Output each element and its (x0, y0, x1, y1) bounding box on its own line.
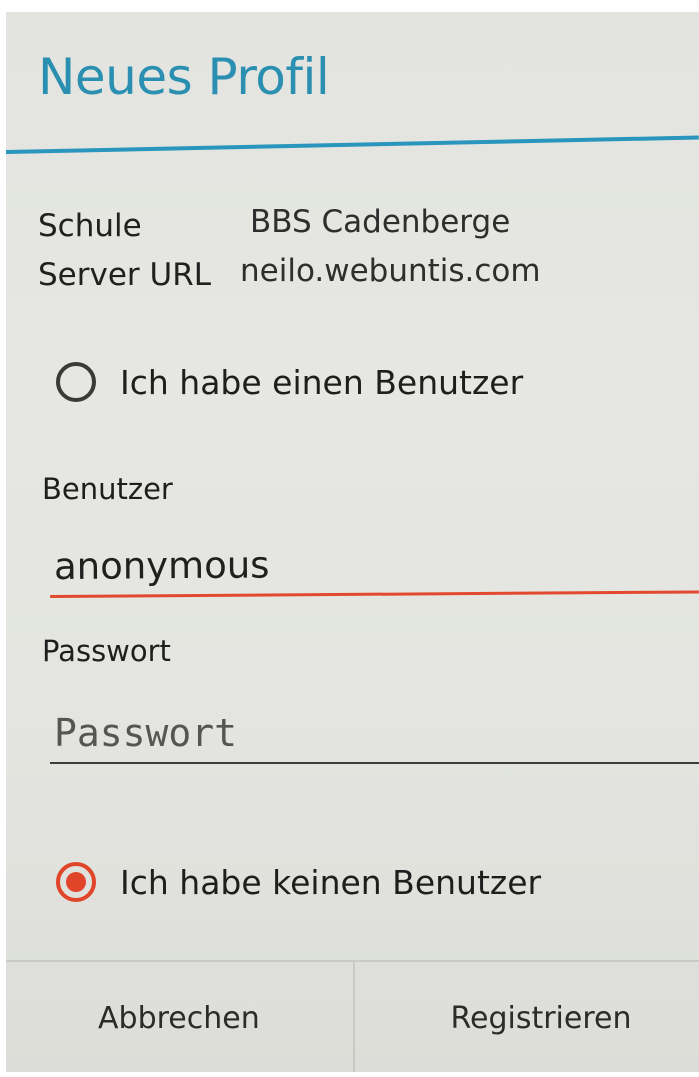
school-value: BBS Cadenberge (250, 204, 511, 240)
has-user-label: Ich habe einen Benutzer (120, 362, 524, 402)
dialog-button-bar: Abbrechen Registrieren (6, 960, 699, 1072)
radio-selected-dot (66, 872, 86, 892)
user-field-label: Benutzer (42, 472, 173, 506)
dialog-title: Neues Profil (38, 48, 330, 106)
register-button[interactable]: Registrieren (352, 962, 699, 1072)
title-divider (6, 135, 699, 154)
no-user-radio-icon[interactable] (56, 862, 96, 902)
no-user-label: Ich habe keinen Benutzer (120, 862, 542, 902)
server-url-value: neilo.webuntis.com (240, 253, 541, 289)
has-user-radio-icon[interactable] (56, 362, 96, 402)
user-input[interactable] (49, 533, 699, 598)
school-label: Schule (38, 208, 142, 244)
no-user-option[interactable]: Ich habe keinen Benutzer (56, 862, 541, 902)
server-url-label: Server URL (38, 257, 212, 293)
password-field-label: Passwort (42, 634, 171, 668)
cancel-button[interactable]: Abbrechen (6, 962, 353, 1072)
has-user-option[interactable]: Ich habe einen Benutzer (56, 362, 523, 402)
password-input[interactable] (50, 704, 699, 764)
new-profile-dialog: Neues Profil Schule BBS Cadenberge Serve… (6, 12, 699, 1072)
